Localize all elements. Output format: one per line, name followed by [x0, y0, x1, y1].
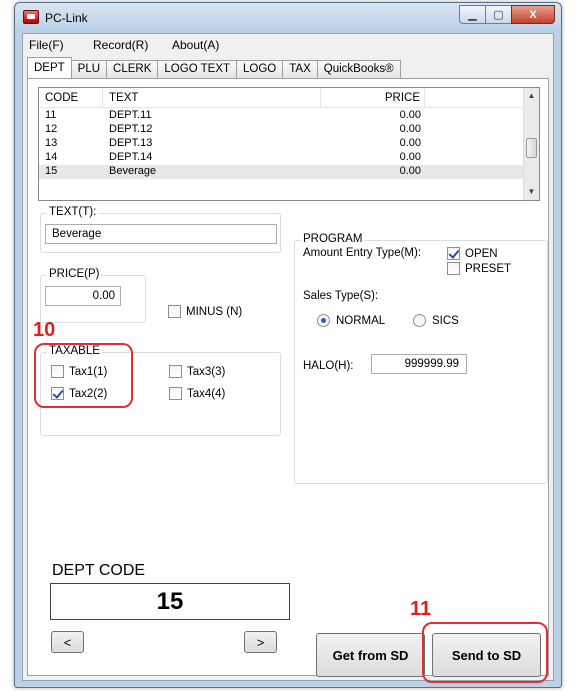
preset-label: PRESET — [465, 262, 512, 275]
row-code: 11 — [45, 109, 57, 121]
list-row[interactable]: 13 DEPT.13 0.00 — [39, 137, 526, 151]
annotation-box-taxable — [34, 343, 133, 408]
normal-radio[interactable]: NORMAL — [317, 314, 385, 327]
text-group-title: TEXT(T): — [47, 206, 99, 218]
chevron-left-icon: < — [63, 634, 72, 650]
close-button[interactable]: X — [511, 5, 555, 24]
window-controls: ▁ ▢ X — [459, 5, 555, 25]
list-row[interactable]: 11 DEPT.11 0.00 — [39, 109, 526, 123]
tax4-label: Tax4(4) — [187, 387, 226, 400]
minus-checkbox[interactable]: MINUS (N) — [168, 305, 242, 318]
title-bar: PC-Link ▁ ▢ X — [15, 3, 561, 33]
list-row-selected[interactable]: 15 Beverage 0.00 — [39, 165, 526, 179]
tab-quickbooks[interactable]: QuickBooks® — [316, 60, 401, 78]
amount-entry-label: Amount Entry Type(M): — [303, 247, 422, 259]
tax4-checkbox[interactable]: Tax4(4) — [169, 387, 225, 400]
row-price: 0.00 — [399, 109, 421, 121]
next-dept-button[interactable]: > — [244, 631, 277, 653]
dept-list[interactable]: CODE TEXT PRICE 11 DEPT.11 0.00 12 DEPT.… — [38, 87, 540, 201]
app-window: PC-Link ▁ ▢ X File(F) Record(R) About(A)… — [14, 2, 562, 688]
tab-dept[interactable]: DEPT — [27, 57, 72, 78]
row-price: 0.00 — [399, 137, 421, 149]
sics-radio-button[interactable] — [413, 314, 426, 327]
tab-strip: DEPT PLU CLERK LOGO TEXT LOGO TAX QuickB… — [27, 57, 401, 78]
annotation-box-send — [422, 622, 548, 683]
row-price: 0.00 — [399, 123, 421, 135]
tax3-label: Tax3(3) — [187, 365, 226, 378]
column-header-code[interactable]: CODE — [39, 88, 103, 108]
menu-file[interactable]: File(F) — [29, 38, 64, 52]
program-group: PROGRAM Amount Entry Type(M): OPEN PRESE… — [294, 233, 548, 484]
tax3-check-box[interactable] — [169, 365, 182, 378]
scroll-thumb[interactable] — [526, 138, 537, 158]
maximize-icon: ▢ — [493, 9, 504, 21]
scroll-down-icon[interactable]: ▼ — [524, 184, 539, 200]
program-group-title: PROGRAM — [301, 233, 365, 245]
window-title: PC-Link — [45, 11, 88, 25]
row-code: 12 — [45, 123, 58, 135]
list-header: CODE TEXT PRICE — [39, 88, 526, 108]
minus-label: MINUS (N) — [186, 305, 243, 318]
open-check-box[interactable] — [447, 247, 460, 260]
column-header-text[interactable]: TEXT — [103, 88, 321, 108]
preset-checkbox[interactable]: PRESET — [447, 262, 511, 275]
tab-logo[interactable]: LOGO — [236, 60, 284, 78]
open-label: OPEN — [465, 247, 498, 260]
tab-plu[interactable]: PLU — [70, 60, 108, 78]
text-group: TEXT(T): Beverage — [40, 206, 281, 253]
annotation-number-11: 11 — [410, 598, 432, 620]
list-row[interactable]: 12 DEPT.12 0.00 — [39, 123, 526, 137]
sales-type-label: Sales Type(S): — [303, 290, 379, 302]
normal-radio-button[interactable] — [317, 314, 330, 327]
tax4-check-box[interactable] — [169, 387, 182, 400]
close-icon: X — [529, 8, 537, 21]
tab-clerk[interactable]: CLERK — [106, 60, 159, 78]
get-from-sd-button[interactable]: Get from SD — [316, 633, 425, 677]
row-text: Beverage — [109, 165, 157, 177]
row-price: 0.00 — [399, 165, 421, 177]
menu-bar: File(F) Record(R) About(A) — [23, 34, 553, 56]
dept-code-display: 15 — [50, 583, 290, 620]
row-text: DEPT.11 — [109, 109, 152, 121]
sics-radio[interactable]: SICS — [413, 314, 459, 327]
row-text: DEPT.13 — [109, 137, 153, 149]
row-code: 13 — [45, 137, 58, 149]
list-row[interactable]: 14 DEPT.14 0.00 — [39, 151, 526, 165]
maximize-button[interactable]: ▢ — [485, 5, 512, 24]
minimize-button[interactable]: ▁ — [459, 5, 486, 24]
halo-label: HALO(H): — [303, 360, 354, 372]
prev-dept-button[interactable]: < — [51, 631, 84, 653]
row-text: DEPT.14 — [109, 151, 153, 163]
annotation-number-10: 10 — [33, 319, 56, 341]
normal-label: NORMAL — [336, 314, 386, 327]
minus-check-box[interactable] — [168, 305, 181, 318]
price-input[interactable]: 0.00 — [45, 286, 121, 306]
text-input[interactable]: Beverage — [45, 224, 277, 244]
tax3-checkbox[interactable]: Tax3(3) — [169, 365, 225, 378]
row-text: DEPT.12 — [109, 123, 153, 135]
price-group-title: PRICE(P) — [47, 268, 102, 280]
open-checkbox[interactable]: OPEN — [447, 247, 498, 260]
chevron-right-icon: > — [256, 634, 265, 650]
row-code: 15 — [45, 165, 58, 177]
menu-about[interactable]: About(A) — [172, 38, 219, 52]
dept-panel: CODE TEXT PRICE 11 DEPT.11 0.00 12 DEPT.… — [27, 78, 549, 683]
tab-tax[interactable]: TAX — [282, 60, 318, 78]
halo-input[interactable]: 999999.99 — [371, 354, 467, 374]
dept-code-label: DEPT CODE — [52, 562, 146, 579]
sics-label: SICS — [432, 314, 459, 327]
price-group: PRICE(P) 0.00 — [40, 268, 146, 323]
list-scrollbar[interactable]: ▲ ▼ — [523, 88, 539, 200]
preset-check-box[interactable] — [447, 262, 460, 275]
column-header-price[interactable]: PRICE — [321, 88, 425, 108]
minimize-icon: ▁ — [468, 9, 477, 21]
scroll-up-icon[interactable]: ▲ — [524, 88, 539, 104]
client-area: File(F) Record(R) About(A) DEPT PLU CLER… — [22, 33, 554, 683]
app-icon — [23, 10, 39, 24]
row-price: 0.00 — [399, 151, 421, 163]
row-code: 14 — [45, 151, 58, 163]
tab-logo-text[interactable]: LOGO TEXT — [157, 60, 238, 78]
menu-record[interactable]: Record(R) — [93, 38, 148, 52]
